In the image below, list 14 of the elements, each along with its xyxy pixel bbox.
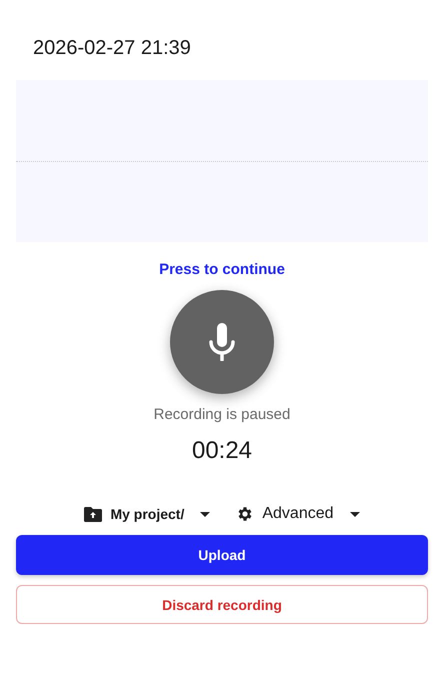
caret-icon	[200, 512, 210, 516]
settings-icon	[236, 505, 254, 523]
record-button[interactable]	[170, 290, 274, 394]
project-dropdown[interactable]: My project/	[84, 505, 210, 523]
status-text: Recording is paused	[154, 406, 290, 423]
advanced-dropdown[interactable]: Advanced	[236, 505, 360, 523]
timer: 00:24	[192, 437, 252, 465]
discard-button[interactable]: Discard recording	[16, 585, 428, 624]
folder-upload-icon	[84, 506, 102, 522]
caret-icon	[350, 512, 360, 516]
recording-title: 2026-02-27 21:39	[32, 36, 192, 61]
microphone-icon	[208, 323, 236, 361]
continue-link[interactable]: Press to continue	[159, 261, 285, 278]
upload-button[interactable]: Upload	[16, 535, 428, 575]
